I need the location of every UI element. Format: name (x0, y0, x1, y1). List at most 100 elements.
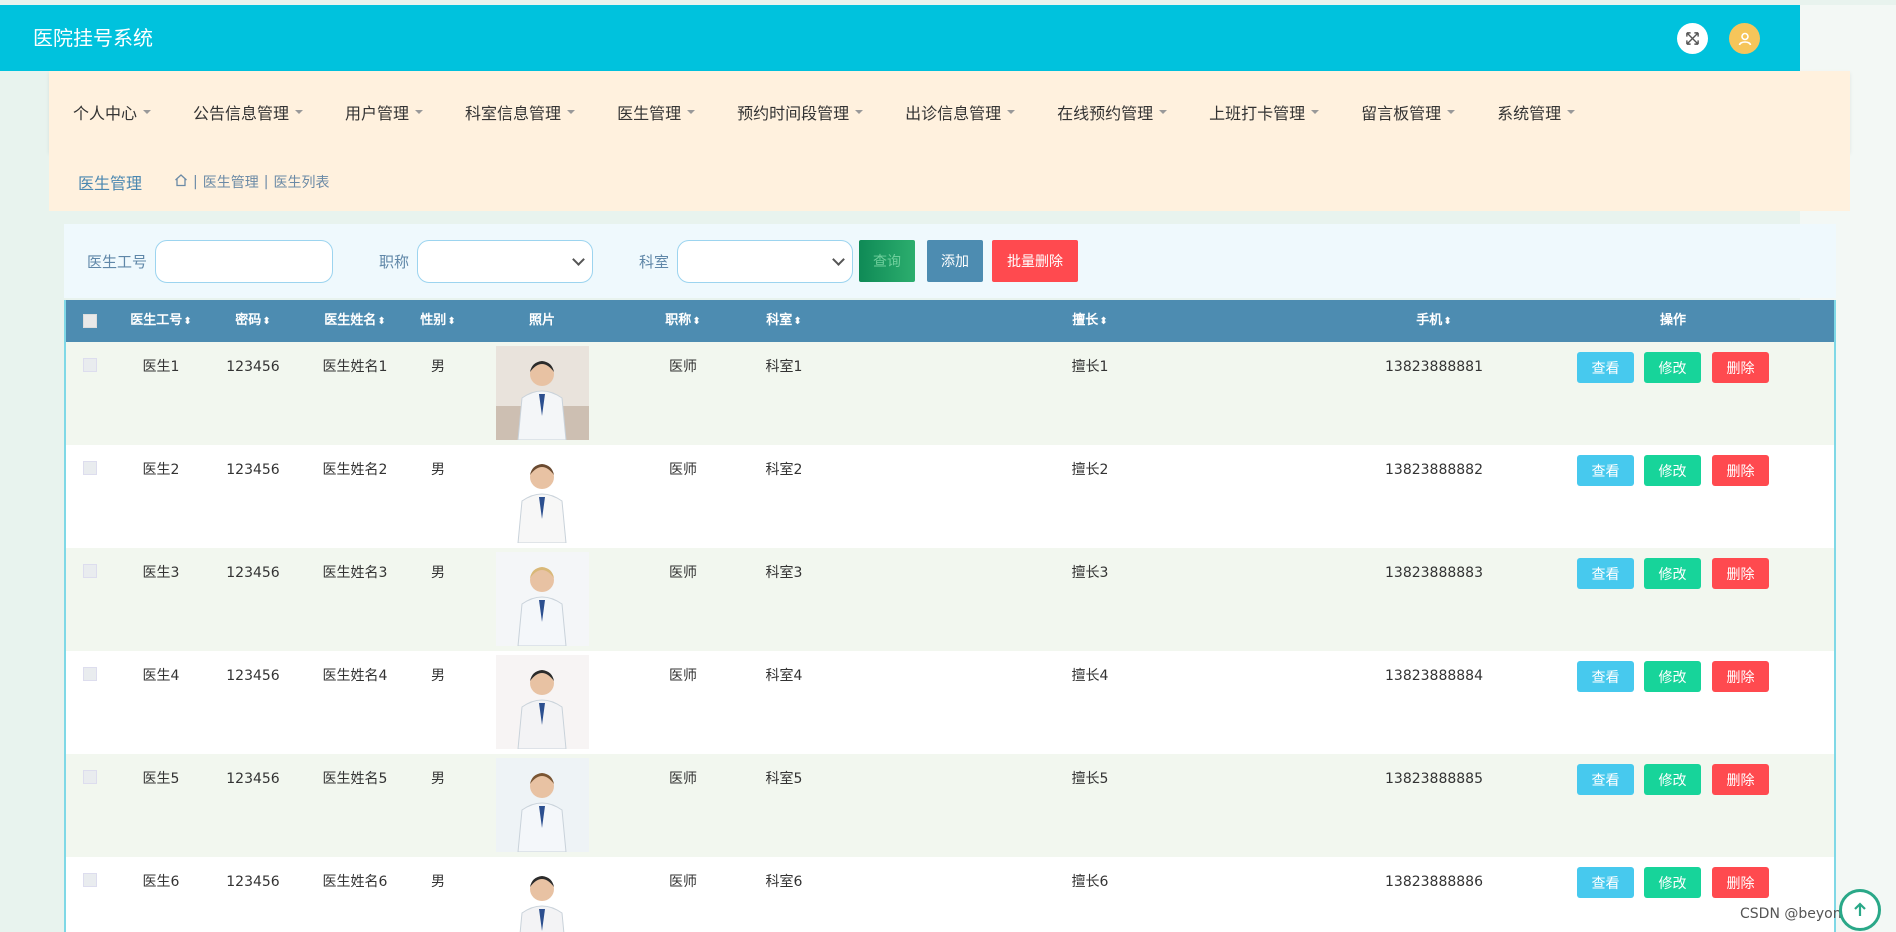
doctor-photo (496, 861, 589, 932)
cell-specialty: 擅长4 (1071, 668, 1109, 684)
col-password[interactable]: 密码⬍ (235, 300, 270, 342)
view-button[interactable]: 查看 (1577, 661, 1634, 692)
batch-delete-button[interactable]: 批量删除 (992, 240, 1079, 282)
table-header: 医生工号⬍ 密码⬍ 医生姓名⬍ 性别⬍ 照片 职称⬍ 科室⬍ 擅长⬍ 手机⬍ 操… (66, 300, 1834, 342)
delete-button[interactable]: 删除 (1712, 764, 1769, 795)
cell-title: 医师 (669, 359, 697, 375)
delete-button[interactable]: 删除 (1712, 558, 1769, 589)
row-checkbox[interactable] (83, 873, 97, 887)
cell-doctor-name: 医生姓名2 (322, 462, 388, 478)
edit-button[interactable]: 修改 (1644, 455, 1701, 486)
edit-button[interactable]: 修改 (1644, 352, 1701, 383)
doctor-photo (496, 655, 589, 749)
caret-down-icon (687, 109, 696, 114)
col-doctor-name[interactable]: 医生姓名⬍ (324, 300, 385, 342)
caret-down-icon (1007, 109, 1016, 114)
row-checkbox[interactable] (83, 358, 97, 372)
nav-item-7[interactable]: 在线预约管理 (1057, 100, 1168, 124)
home-icon[interactable] (174, 173, 188, 191)
col-phone[interactable]: 手机⬍ (1416, 300, 1451, 342)
nav-item-4[interactable]: 医生管理 (617, 100, 696, 124)
row-checkbox[interactable] (83, 770, 97, 784)
row-checkbox[interactable] (83, 461, 97, 475)
nav-item-10[interactable]: 系统管理 (1497, 100, 1576, 124)
doctor-table: 医生工号⬍ 密码⬍ 医生姓名⬍ 性别⬍ 照片 职称⬍ 科室⬍ 擅长⬍ 手机⬍ 操… (64, 300, 1836, 932)
breadcrumb-item-doctor-management[interactable]: 医生管理 (203, 172, 259, 192)
cell-department: 科室6 (765, 874, 803, 890)
cell-specialty: 擅长5 (1071, 771, 1109, 787)
col-specialty[interactable]: 擅长⬍ (1072, 300, 1107, 342)
cell-title: 医师 (669, 462, 697, 478)
view-button[interactable]: 查看 (1577, 867, 1634, 898)
add-button[interactable]: 添加 (927, 240, 984, 282)
view-button[interactable]: 查看 (1577, 455, 1634, 486)
view-button[interactable]: 查看 (1577, 764, 1634, 795)
edit-button[interactable]: 修改 (1644, 558, 1701, 589)
delete-button[interactable]: 删除 (1712, 867, 1769, 898)
cell-doctor-id: 医生2 (142, 462, 180, 478)
fullscreen-icon[interactable] (1677, 23, 1708, 54)
nav-item-label: 系统管理 (1497, 103, 1562, 123)
cell-doctor-id: 医生3 (142, 565, 180, 581)
caret-down-icon (415, 109, 424, 114)
caret-down-icon (1311, 109, 1320, 114)
cell-doctor-id: 医生5 (142, 771, 180, 787)
nav-item-5[interactable]: 预约时间段管理 (737, 100, 864, 124)
doctor-id-input[interactable] (155, 239, 334, 283)
col-doctor-id[interactable]: 医生工号⬍ (130, 300, 191, 342)
delete-button[interactable]: 删除 (1712, 455, 1769, 486)
cell-gender: 男 (431, 668, 445, 684)
cell-department: 科室1 (765, 359, 803, 375)
breadcrumb-separator: | (263, 173, 269, 190)
nav-item-8[interactable]: 上班打卡管理 (1209, 100, 1320, 124)
caret-down-icon (1159, 109, 1168, 114)
col-title[interactable]: 职称⬍ (665, 300, 700, 342)
nav-item-2[interactable]: 用户管理 (345, 100, 424, 124)
top-bar: 医院挂号系统 (0, 5, 1800, 71)
nav-item-1[interactable]: 公告信息管理 (193, 100, 304, 124)
select-all-checkbox[interactable] (83, 314, 97, 328)
delete-button[interactable]: 删除 (1712, 661, 1769, 692)
sort-icon: ⬍ (1099, 316, 1108, 327)
nav-item-label: 预约时间段管理 (737, 103, 850, 123)
edit-button[interactable]: 修改 (1644, 867, 1701, 898)
cell-phone: 13823888885 (1385, 771, 1483, 787)
nav-item-3[interactable]: 科室信息管理 (465, 100, 576, 124)
cell-phone: 13823888883 (1385, 565, 1483, 581)
caret-down-icon (295, 109, 304, 114)
department-select[interactable] (677, 239, 854, 283)
caret-down-icon (855, 109, 864, 114)
cell-gender: 男 (431, 565, 445, 581)
cell-specialty: 擅长3 (1071, 565, 1109, 581)
nav-item-label: 出诊信息管理 (905, 103, 1002, 123)
edit-button[interactable]: 修改 (1644, 764, 1701, 795)
nav-item-label: 公告信息管理 (193, 103, 290, 123)
caret-down-icon (1567, 109, 1576, 114)
back-to-top-button[interactable] (1839, 889, 1881, 931)
view-button[interactable]: 查看 (1577, 558, 1634, 589)
table-row: 医生1 123456 医生姓名1 男 医师 科室1 擅长1 13823888881 查看 修改 删除 (66, 342, 1834, 445)
edit-button[interactable]: 修改 (1644, 661, 1701, 692)
doctor-photo (496, 346, 589, 440)
col-department[interactable]: 科室⬍ (766, 300, 801, 342)
cell-doctor-name: 医生姓名1 (322, 359, 388, 375)
col-photo: 照片 (528, 313, 556, 328)
query-button[interactable]: 查询 (859, 240, 916, 282)
nav-item-9[interactable]: 留言板管理 (1361, 100, 1456, 124)
nav-item-6[interactable]: 出诊信息管理 (905, 100, 1016, 124)
main-nav: 个人中心 公告信息管理 用户管理 科室信息管理 医生管理 预约时间段管理 出诊信息管理 在线预… (49, 71, 1850, 152)
col-actions: 操作 (1659, 313, 1687, 328)
delete-button[interactable]: 删除 (1712, 352, 1769, 383)
arrow-up-icon (1854, 902, 1866, 916)
nav-item-0[interactable]: 个人中心 (73, 100, 152, 124)
title-select[interactable] (417, 239, 594, 283)
cell-gender: 男 (431, 874, 445, 890)
col-gender[interactable]: 性别⬍ (420, 300, 455, 342)
search-bar: 医生工号 职称 科室 查询 添加 批量删除 (64, 224, 1836, 298)
table-row: 医生2 123456 医生姓名2 男 医师 科室2 擅长2 13823888882 查看 修改 删除 (66, 445, 1834, 548)
sort-icon: ⬍ (1443, 316, 1452, 327)
row-checkbox[interactable] (83, 564, 97, 578)
user-avatar-icon[interactable] (1729, 23, 1760, 54)
view-button[interactable]: 查看 (1577, 352, 1634, 383)
row-checkbox[interactable] (83, 667, 97, 681)
